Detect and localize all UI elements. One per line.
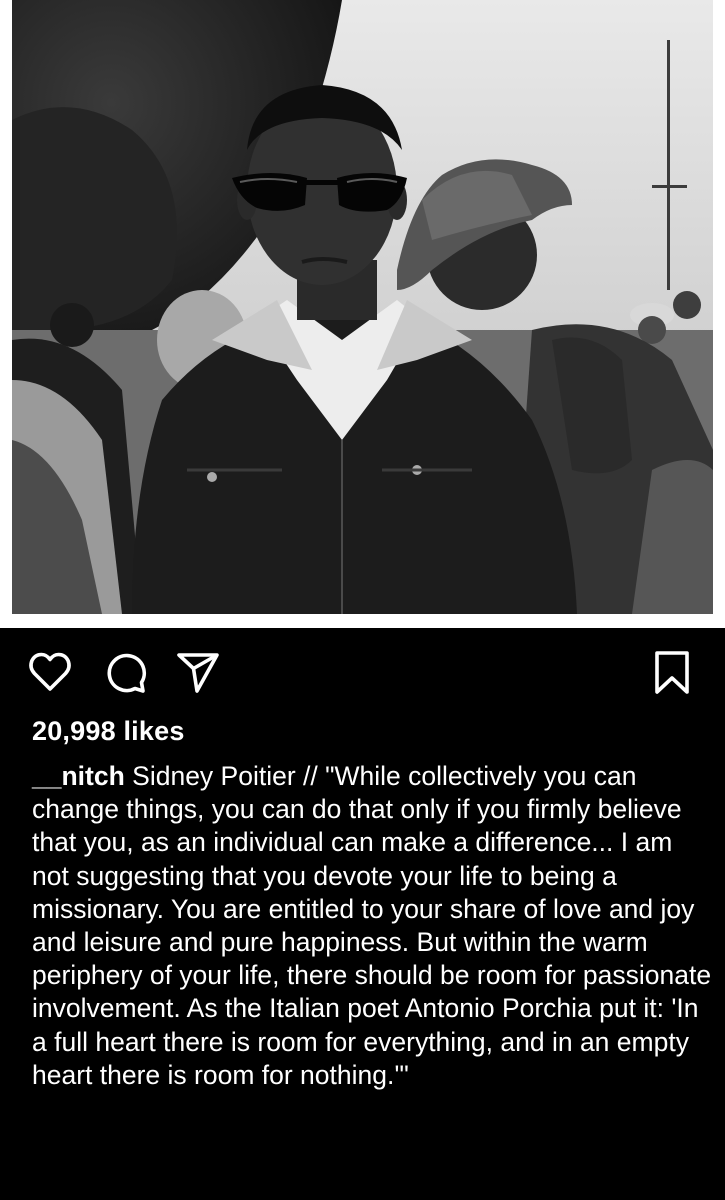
paper-plane-icon[interactable] bbox=[174, 648, 222, 696]
instagram-post: 20,998 likes __nitch Sidney Poitier // "… bbox=[0, 0, 725, 1200]
photo-frame bbox=[0, 0, 725, 628]
bookmark-icon[interactable] bbox=[648, 648, 696, 696]
heart-icon[interactable] bbox=[26, 648, 74, 696]
like-count[interactable]: 20,998 likes bbox=[32, 716, 185, 747]
photo-illustration bbox=[12, 0, 713, 614]
post-actions bbox=[0, 648, 725, 700]
caption-username[interactable]: __nitch bbox=[32, 761, 125, 791]
post-photo[interactable] bbox=[12, 0, 713, 614]
comment-bubble-icon[interactable] bbox=[101, 648, 149, 696]
post-caption: __nitch Sidney Poitier // "While collect… bbox=[32, 760, 712, 1092]
caption-text: Sidney Poitier // "While collectively yo… bbox=[32, 761, 712, 1090]
